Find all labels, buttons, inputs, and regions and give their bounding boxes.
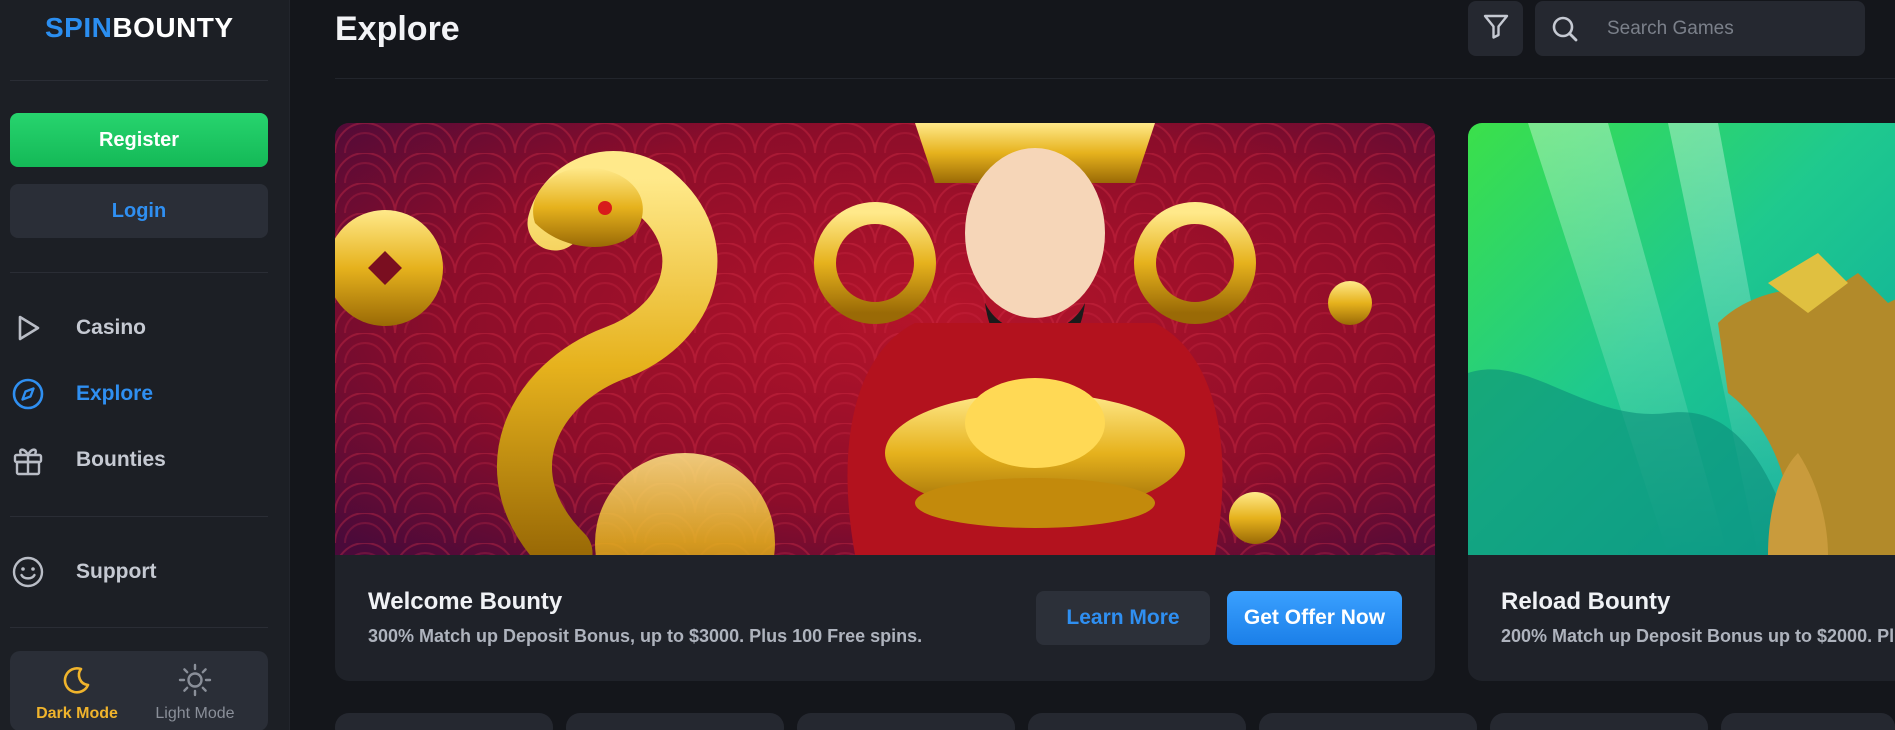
promo-card-welcome: Welcome Bounty 300% Match up Deposit Bon…: [335, 123, 1435, 681]
nav-label: Casino: [76, 316, 147, 339]
learn-more-button[interactable]: Learn More: [1036, 591, 1210, 645]
promo-banner-image[interactable]: [335, 123, 1435, 555]
promo-title: Reload Bounty: [1501, 588, 1671, 615]
register-button[interactable]: Register: [10, 113, 268, 167]
compass-icon: [0, 372, 56, 416]
sun-icon: [140, 661, 250, 699]
sidebar: SPINBOUNTY Register Login Casino Explore…: [0, 0, 290, 730]
dark-mode-toggle[interactable]: Dark Mode: [22, 661, 132, 723]
light-mode-label: Light Mode: [155, 705, 235, 722]
promo-title: Welcome Bounty: [368, 588, 563, 615]
nav-item-casino[interactable]: Casino: [0, 306, 270, 350]
smile-icon: [0, 550, 56, 594]
play-icon: [0, 306, 56, 350]
nav-item-support[interactable]: Support: [0, 550, 270, 594]
nav-item-explore[interactable]: Explore: [0, 372, 270, 416]
category-tab[interactable]: [1028, 713, 1246, 730]
category-tab[interactable]: [1490, 713, 1708, 730]
get-offer-button[interactable]: Get Offer Now: [1227, 591, 1402, 645]
nav-item-bounties[interactable]: Bounties: [0, 438, 270, 482]
divider: [10, 80, 268, 81]
divider: [10, 516, 268, 517]
promo-description: 200% Match up Deposit Bonus up to $2000.…: [1501, 626, 1895, 646]
category-tab[interactable]: [335, 713, 553, 730]
category-tab[interactable]: [1259, 713, 1477, 730]
login-button[interactable]: Login: [10, 184, 268, 238]
search-icon: [1535, 14, 1595, 44]
moon-icon: [22, 661, 132, 699]
page-title: Explore: [335, 10, 460, 48]
brand-logo-part1: SPIN: [45, 12, 113, 43]
light-mode-toggle[interactable]: Light Mode: [140, 661, 250, 723]
nav-label: Bounties: [76, 448, 166, 471]
brand-logo-part2: BOUNTY: [112, 12, 234, 43]
promo-card-reload: Reload Bounty 200% Match up Deposit Bonu…: [1468, 123, 1895, 681]
search-bar: [1535, 1, 1865, 56]
theme-switcher: Dark Mode Light Mode: [10, 651, 268, 730]
filter-icon: [1481, 11, 1511, 46]
category-tab[interactable]: [566, 713, 784, 730]
header-divider: [335, 78, 1895, 79]
brand-logo[interactable]: SPINBOUNTY: [45, 12, 234, 44]
promo-banner-image[interactable]: [1468, 123, 1895, 555]
filter-button[interactable]: [1468, 1, 1523, 56]
category-tab[interactable]: [797, 713, 1015, 730]
promo-description: 300% Match up Deposit Bonus, up to $3000…: [368, 626, 923, 646]
gift-icon: [0, 438, 56, 482]
search-input[interactable]: [1607, 17, 1857, 40]
category-tab[interactable]: [1721, 713, 1895, 730]
nav-label: Support: [76, 560, 157, 583]
divider: [10, 627, 268, 628]
dark-mode-label: Dark Mode: [36, 705, 118, 722]
nav-label: Explore: [76, 382, 154, 405]
divider: [10, 272, 268, 273]
